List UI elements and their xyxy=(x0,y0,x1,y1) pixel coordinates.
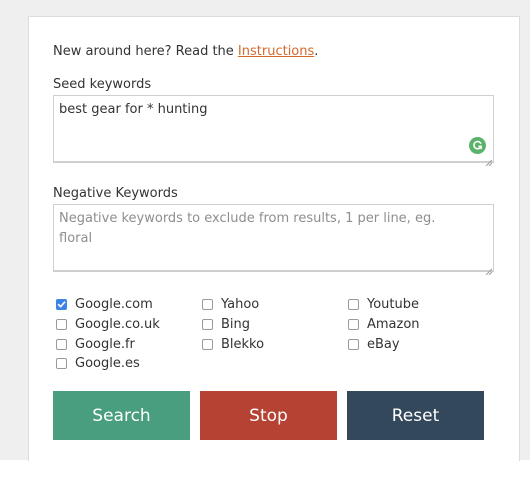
google-fr-checkbox[interactable] xyxy=(56,338,67,350)
engine-option-google-es[interactable]: Google.es xyxy=(56,354,140,372)
engine-option-youtube[interactable]: Youtube xyxy=(348,295,419,313)
keyword-form-panel: New around here? Read the Instructions. … xyxy=(28,16,520,461)
negative-keywords-label: Negative Keywords xyxy=(53,186,178,201)
seed-keywords-textarea[interactable]: best gear for * hunting xyxy=(53,95,494,167)
instructions-link[interactable]: Instructions xyxy=(238,44,314,59)
engine-label: Amazon xyxy=(367,316,420,332)
engine-label: Youtube xyxy=(367,296,419,312)
seed-keywords-value: best gear for * hunting xyxy=(59,102,208,117)
engine-option-google-com[interactable]: Google.com xyxy=(56,295,153,313)
youtube-checkbox[interactable] xyxy=(348,298,359,310)
engine-label: Bing xyxy=(221,316,251,332)
engine-option-yahoo[interactable]: Yahoo xyxy=(202,295,259,313)
grammar-check-icon[interactable] xyxy=(469,137,486,154)
engine-option-amazon[interactable]: Amazon xyxy=(348,315,420,333)
engine-option-blekko[interactable]: Blekko xyxy=(202,335,264,353)
engine-option-bing[interactable]: Bing xyxy=(202,315,250,333)
amazon-checkbox[interactable] xyxy=(348,318,359,330)
resize-grip-icon[interactable] xyxy=(485,262,493,276)
ebay-checkbox[interactable] xyxy=(348,338,359,350)
search-button[interactable]: Search xyxy=(53,391,190,440)
engine-option-google-fr[interactable]: Google.fr xyxy=(56,335,135,353)
engine-option-ebay[interactable]: eBay xyxy=(348,335,400,353)
resize-grip-icon[interactable] xyxy=(485,153,493,167)
engine-label: Google.co.uk xyxy=(75,316,160,332)
yahoo-checkbox[interactable] xyxy=(202,298,213,310)
engine-label: Google.es xyxy=(75,355,140,371)
engine-label: Blekko xyxy=(221,336,265,352)
engine-label: Google.fr xyxy=(75,336,135,352)
reset-button[interactable]: Reset xyxy=(347,391,484,440)
engine-label: Google.com xyxy=(75,296,153,312)
blekko-checkbox[interactable] xyxy=(202,338,213,350)
seed-keywords-label: Seed keywords xyxy=(53,77,152,92)
page-bottom-area xyxy=(0,460,530,477)
engine-option-google-co-uk[interactable]: Google.co.uk xyxy=(56,315,160,333)
engine-label: Yahoo xyxy=(221,296,260,312)
google-com-checkbox[interactable] xyxy=(56,298,67,310)
intro-prefix: New around here? Read the xyxy=(53,44,238,59)
checkmark-icon xyxy=(57,300,66,307)
bing-checkbox[interactable] xyxy=(202,318,213,330)
negative-keywords-placeholder: Negative keywords to exclude from result… xyxy=(59,211,436,246)
stop-button[interactable]: Stop xyxy=(200,391,337,440)
intro-text: New around here? Read the Instructions. xyxy=(53,44,318,60)
google-co-uk-checkbox[interactable] xyxy=(56,318,67,330)
search-engine-options: Google.com Google.co.uk Google.fr Google… xyxy=(56,295,516,375)
engine-label: eBay xyxy=(367,336,400,352)
negative-keywords-textarea[interactable]: Negative keywords to exclude from result… xyxy=(53,204,494,276)
intro-suffix: . xyxy=(314,44,319,59)
google-es-checkbox[interactable] xyxy=(56,357,67,369)
